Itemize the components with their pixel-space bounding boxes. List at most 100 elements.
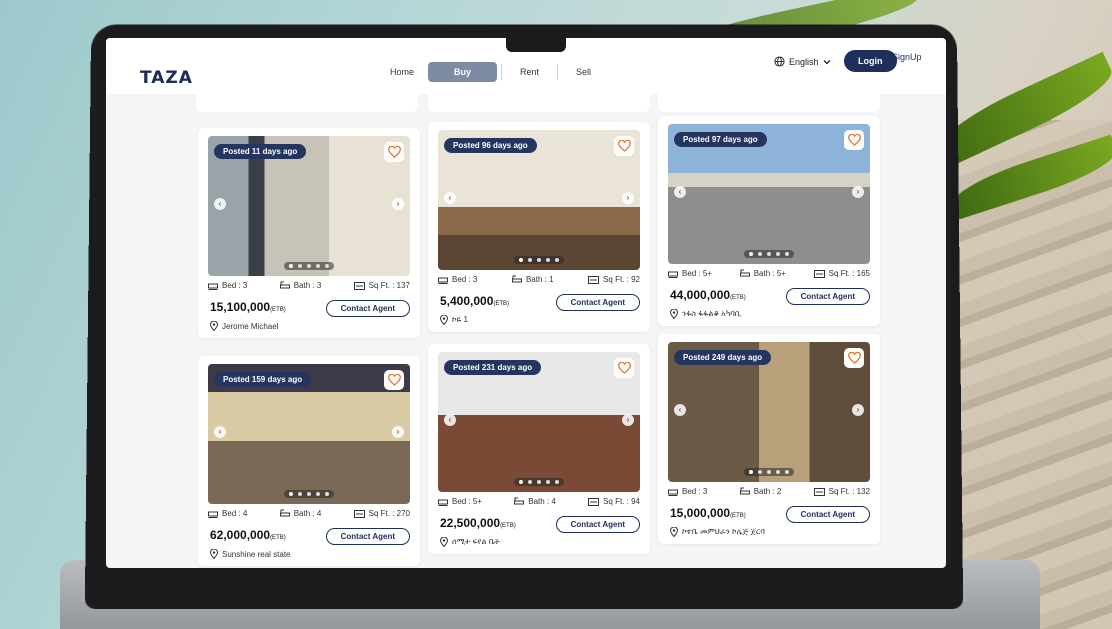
language-selector[interactable]: English xyxy=(774,56,831,67)
listing-photo[interactable]: Posted 249 days ago ‹ › xyxy=(668,342,870,482)
chevron-right-icon[interactable]: › xyxy=(392,198,404,210)
listing-photo[interactable]: Posted 11 days ago ‹ › xyxy=(208,136,410,276)
login-button[interactable]: Login xyxy=(844,50,897,72)
carousel-dot[interactable] xyxy=(289,264,293,268)
area-icon xyxy=(813,487,825,496)
carousel-dot[interactable] xyxy=(749,252,753,256)
listing-price: 15,000,000(ETB) xyxy=(670,506,746,520)
tab-home[interactable]: Home xyxy=(376,63,428,81)
carousel-dot[interactable] xyxy=(555,480,559,484)
favorite-button[interactable] xyxy=(614,358,634,378)
carousel-dot[interactable] xyxy=(767,252,771,256)
tab-divider xyxy=(557,64,559,80)
carousel-dot[interactable] xyxy=(776,470,780,474)
carousel-dot[interactable] xyxy=(316,492,320,496)
listing-price: 5,400,000(ETB) xyxy=(440,294,509,308)
contact-agent-button[interactable]: Contact Agent xyxy=(785,288,870,305)
posted-badge: Posted 231 days ago xyxy=(444,360,542,375)
heart-icon xyxy=(847,352,861,364)
listing-features: Bed : 5+ Bath : 4 Sq Ft. : 94 xyxy=(438,497,640,506)
listing-photo[interactable]: Posted 159 days ago ‹ › xyxy=(208,364,410,504)
bath-label: Bath : 4 xyxy=(528,497,556,506)
contact-agent-button[interactable]: Contact Agent xyxy=(325,300,410,317)
carousel-dot[interactable] xyxy=(316,264,320,268)
area-icon xyxy=(588,275,600,284)
favorite-button[interactable] xyxy=(384,370,404,390)
contact-agent-button[interactable]: Contact Agent xyxy=(785,506,870,523)
chevron-right-icon[interactable]: › xyxy=(622,192,634,204)
tab-buy[interactable]: Buy xyxy=(428,62,498,82)
carousel-dot[interactable] xyxy=(519,258,523,262)
card-stub xyxy=(658,90,880,112)
carousel-dot[interactable] xyxy=(537,258,541,262)
favorite-button[interactable] xyxy=(614,136,634,156)
listing-card[interactable]: Posted 249 days ago ‹ › Bed : 3 Bath : 2 Sq F… xyxy=(658,334,880,544)
contact-agent-button[interactable]: Contact Agent xyxy=(555,516,640,533)
carousel-dots[interactable] xyxy=(514,478,564,486)
chevron-left-icon[interactable]: ‹ xyxy=(214,426,226,438)
signup-link[interactable]: SignUp xyxy=(892,52,922,62)
listing-photo[interactable]: Posted 97 days ago ‹ › xyxy=(668,124,870,264)
favorite-button[interactable] xyxy=(844,130,864,150)
contact-agent-button[interactable]: Contact Agent xyxy=(555,294,640,311)
listing-card[interactable]: Posted 231 days ago ‹ › Bed : 5+ Bath : 4 Sq … xyxy=(428,344,650,554)
tab-sell[interactable]: Sell xyxy=(562,63,605,81)
favorite-button[interactable] xyxy=(844,348,864,368)
chevron-left-icon[interactable]: ‹ xyxy=(214,198,226,210)
carousel-dot[interactable] xyxy=(289,492,293,496)
posted-badge: Posted 97 days ago xyxy=(674,132,767,147)
taza-logo[interactable]: TAZA xyxy=(140,68,193,88)
carousel-dot[interactable] xyxy=(776,252,780,256)
carousel-dot[interactable] xyxy=(528,480,532,484)
chevron-right-icon[interactable]: › xyxy=(392,426,404,438)
carousel-dot[interactable] xyxy=(546,258,550,262)
listing-photo[interactable]: Posted 231 days ago ‹ › xyxy=(438,352,640,492)
carousel-dot[interactable] xyxy=(546,480,550,484)
bed-label: Bed : 3 xyxy=(452,275,478,284)
chevron-right-icon[interactable]: › xyxy=(852,404,864,416)
carousel-dot[interactable] xyxy=(307,492,311,496)
carousel-dot[interactable] xyxy=(298,492,302,496)
carousel-dot[interactable] xyxy=(758,252,762,256)
chevron-right-icon[interactable]: › xyxy=(852,186,864,198)
carousel-dot[interactable] xyxy=(519,480,523,484)
chevron-left-icon[interactable]: ‹ xyxy=(674,186,686,198)
carousel-dots[interactable] xyxy=(744,250,794,258)
contact-agent-button[interactable]: Contact Agent xyxy=(325,528,410,545)
carousel-dot[interactable] xyxy=(537,480,541,484)
listing-features: Bed : 3 Bath : 2 Sq Ft. : 132 xyxy=(668,487,870,496)
listing-card[interactable]: Posted 11 days ago ‹ › Bed : 3 Bath : 3 Sq Ft… xyxy=(198,128,420,338)
carousel-dot[interactable] xyxy=(758,470,762,474)
carousel-dot[interactable] xyxy=(785,470,789,474)
carousel-dot[interactable] xyxy=(528,258,532,262)
listing-photo[interactable]: Posted 96 days ago ‹ › xyxy=(438,130,640,270)
carousel-dot[interactable] xyxy=(307,264,311,268)
bath-count: Bath : 3 xyxy=(279,281,321,290)
carousel-dots[interactable] xyxy=(284,262,334,270)
nav-tabs: Home Buy Rent Sell xyxy=(376,62,605,82)
carousel-dot[interactable] xyxy=(767,470,771,474)
bed-count: Bed : 4 xyxy=(208,509,247,518)
sqft-label: Sq Ft. : 270 xyxy=(368,509,410,518)
carousel-dots[interactable] xyxy=(514,256,564,264)
chevron-right-icon[interactable]: › xyxy=(622,414,634,426)
bed-count: Bed : 5+ xyxy=(438,497,482,506)
carousel-dot[interactable] xyxy=(555,258,559,262)
carousel-dot[interactable] xyxy=(325,492,329,496)
favorite-button[interactable] xyxy=(384,142,404,162)
chevron-left-icon[interactable]: ‹ xyxy=(444,192,456,204)
listing-features: Bed : 4 Bath : 4 Sq Ft. : 270 xyxy=(208,509,410,518)
chevron-left-icon[interactable]: ‹ xyxy=(444,414,456,426)
carousel-dot[interactable] xyxy=(785,252,789,256)
listing-card[interactable]: Posted 97 days ago ‹ › Bed : 5+ Bath : 5+ Sq … xyxy=(658,116,880,326)
carousel-dot[interactable] xyxy=(298,264,302,268)
carousel-dots[interactable] xyxy=(284,490,334,498)
carousel-dots[interactable] xyxy=(744,468,794,476)
chevron-left-icon[interactable]: ‹ xyxy=(674,404,686,416)
carousel-dot[interactable] xyxy=(749,470,753,474)
listing-card[interactable]: Posted 96 days ago ‹ › Bed : 3 Bath : 1 Sq Ft… xyxy=(428,122,650,332)
carousel-dot[interactable] xyxy=(325,264,329,268)
listing-card[interactable]: Posted 159 days ago ‹ › Bed : 4 Bath : 4 Sq F… xyxy=(198,356,420,566)
sqft-label: Sq Ft. : 165 xyxy=(828,269,870,278)
tab-rent[interactable]: Rent xyxy=(506,63,553,81)
